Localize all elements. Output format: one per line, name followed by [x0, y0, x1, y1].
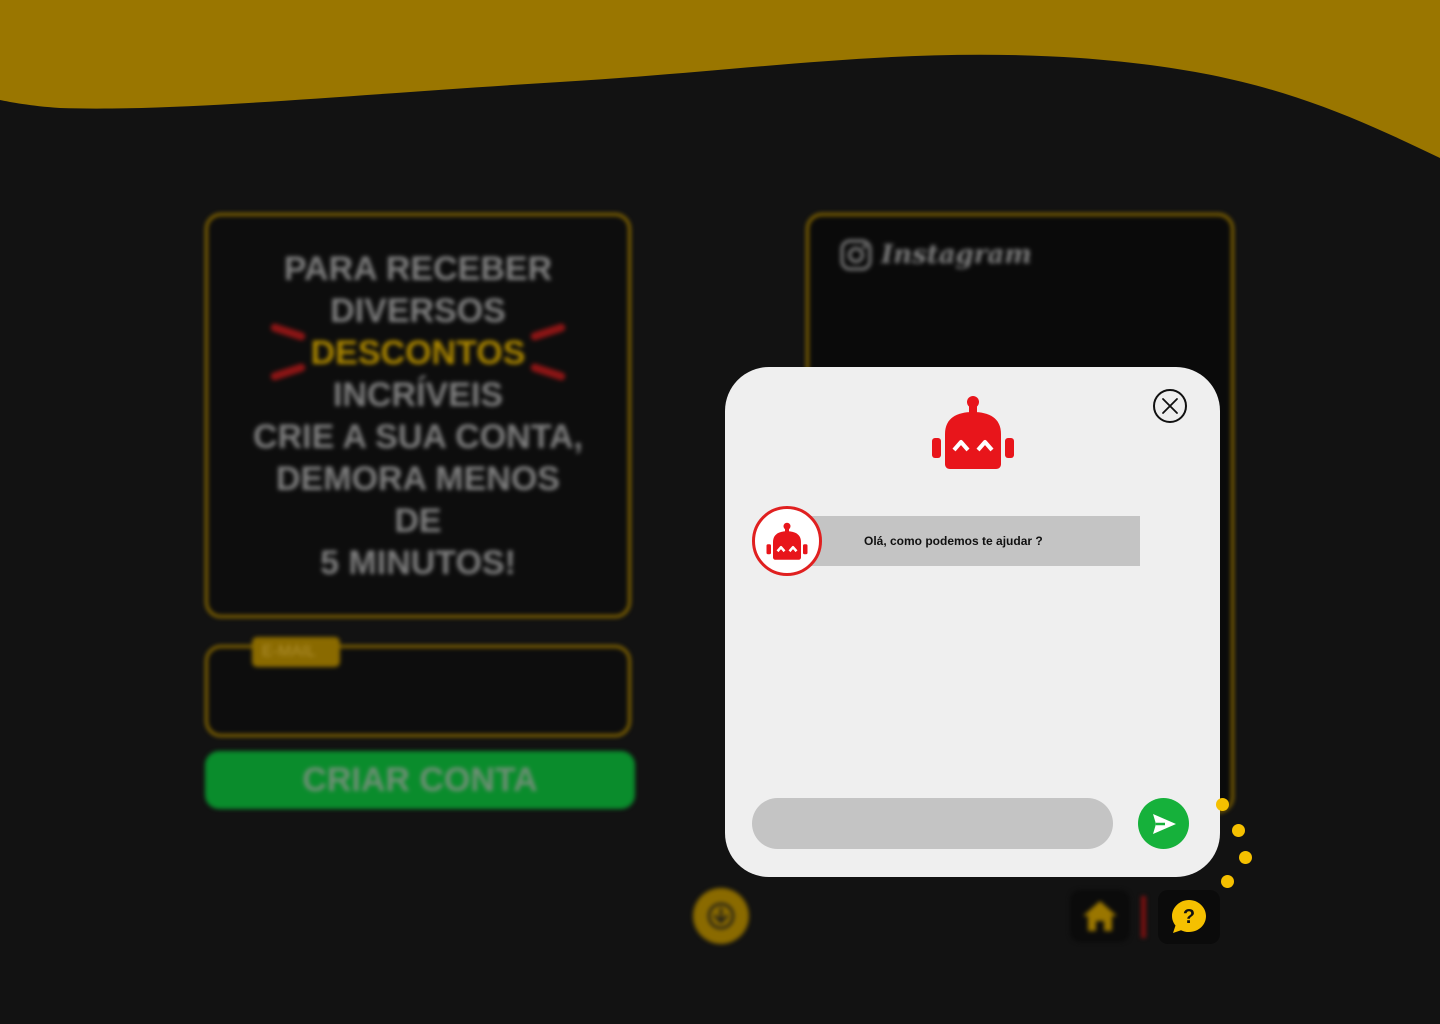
home-button[interactable] — [1070, 890, 1130, 942]
chat-message-bubble: Olá, como podemos te ajudar ? — [804, 516, 1140, 566]
promo-line: INCRÍVEIS — [332, 376, 504, 414]
loading-dot — [1216, 798, 1229, 811]
loading-dot — [1221, 875, 1234, 888]
robot-icon — [932, 396, 1014, 469]
instagram-name: Instagram — [881, 240, 1032, 270]
scroll-down-button[interactable] — [693, 888, 749, 944]
promo-highlight: DESCONTOS — [310, 334, 526, 372]
nav-divider — [1141, 896, 1146, 938]
promo-line: DEMORA MENOS — [276, 460, 560, 498]
arrow-down-icon — [707, 902, 735, 930]
email-label: E-MAIL — [252, 637, 340, 667]
promo-line: DE — [394, 502, 442, 540]
loading-dot — [1239, 851, 1252, 864]
promo-card: PARA RECEBER DIVERSOS DESCONTOS INCRÍVEI… — [205, 213, 631, 618]
close-icon — [1162, 398, 1178, 414]
loading-dot — [1232, 824, 1245, 837]
svg-text:?: ? — [1183, 906, 1195, 928]
chat-dialog: Olá, como podemos te ajudar ? — [725, 367, 1220, 877]
send-button[interactable] — [1138, 798, 1189, 849]
instagram-logo[interactable]: Instagram — [839, 238, 1032, 272]
promo-text: PARA RECEBER DIVERSOS DESCONTOS INCRÍVEI… — [208, 248, 628, 584]
promo-line: 5 MINUTOS! — [320, 544, 516, 582]
promo-line: PARA RECEBER — [283, 250, 553, 288]
send-icon — [1152, 813, 1176, 834]
promo-line: CRIE A SUA CONTA, — [253, 418, 583, 456]
robot-icon — [766, 522, 808, 560]
chat-message-input[interactable] — [752, 798, 1113, 849]
help-button[interactable]: ? — [1158, 890, 1220, 944]
home-icon — [1083, 901, 1117, 931]
help-bubble-icon: ? — [1172, 900, 1206, 933]
bot-avatar — [752, 506, 822, 576]
create-account-button[interactable]: CRIAR CONTA — [205, 751, 635, 809]
instagram-icon — [840, 239, 872, 271]
background-page: PARA RECEBER DIVERSOS DESCONTOS INCRÍVEI… — [0, 0, 1440, 1024]
close-button[interactable] — [1153, 389, 1187, 423]
